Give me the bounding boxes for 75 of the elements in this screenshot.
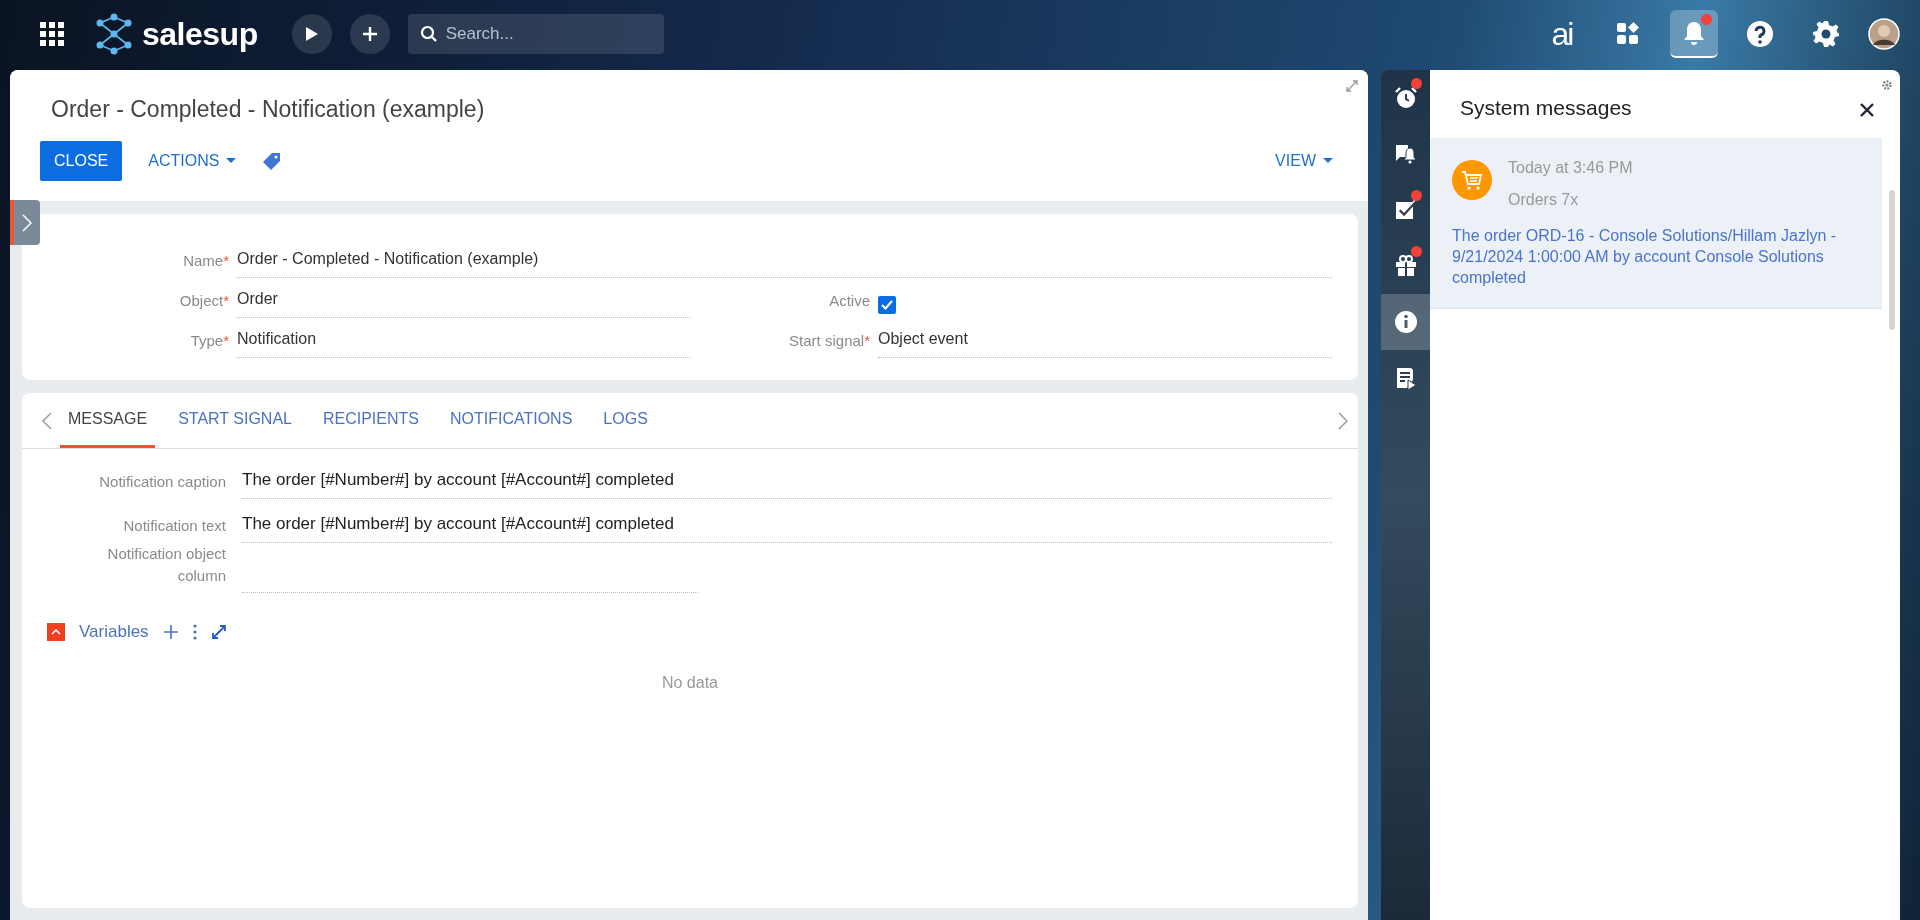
active-checkbox[interactable] — [878, 296, 896, 314]
message-item[interactable]: Today at 3:46 PM Orders 7x The order ORD-16 - Console Solutions/Hillam Jazlyn - 9/21/2024 1:00:00 AM by account Console Solutions completed — [1430, 138, 1882, 310]
tab[interactable]: MESSAGE — [60, 393, 156, 448]
field-value[interactable]: The order [#Number#] by account [#Account#] completed — [242, 510, 1332, 543]
message-time: Today at 3:46 PM — [1508, 158, 1633, 178]
play-icon — [304, 26, 319, 42]
avatar-icon[interactable] — [1868, 18, 1900, 50]
field-label: Start signal — [789, 331, 865, 349]
search-icon — [419, 25, 438, 43]
message-group: Orders 7x — [1508, 188, 1633, 212]
message-link[interactable]: The order ORD-16 - Console Solutions/Hillam Jazlyn - 9/21/2024 1:00:00 AM by account Console Solutions completed — [1452, 226, 1862, 289]
notifications-button[interactable] — [1670, 10, 1718, 58]
field-label: Notification object column — [106, 544, 226, 586]
field-label: Notification text — [123, 515, 226, 536]
tag-icon[interactable] — [263, 151, 282, 170]
cart-icon — [1452, 160, 1492, 200]
settings-icon[interactable] — [1882, 80, 1892, 90]
required-mark: * — [864, 331, 870, 349]
checkbox-icon — [1393, 198, 1418, 222]
plus-icon[interactable] — [162, 624, 179, 640]
sidebar-toggle[interactable] — [10, 200, 40, 245]
settings-icon — [1812, 20, 1840, 48]
check-icon — [881, 300, 893, 310]
tab[interactable]: START SIGNAL — [170, 393, 300, 448]
view-button[interactable]: VIEW — [1265, 140, 1344, 181]
run-button[interactable] — [291, 14, 332, 54]
logo-icon — [94, 13, 134, 55]
scroll-left-icon[interactable] — [42, 411, 52, 430]
chevron-right-icon — [22, 213, 32, 232]
add-button[interactable] — [349, 14, 390, 54]
more-icon[interactable] — [192, 624, 197, 640]
field-label: Name — [183, 251, 224, 269]
info-icon — [1393, 310, 1418, 334]
tab[interactable]: LOGS — [595, 393, 656, 448]
field-value[interactable]: Notification — [237, 327, 690, 358]
gift-icon — [1393, 254, 1418, 278]
close-button[interactable]: CLOSE — [40, 140, 123, 181]
ai-button[interactable]: ai — [1538, 10, 1586, 58]
field-value[interactable]: Order — [237, 287, 690, 318]
required-mark: * — [223, 291, 229, 309]
plus-icon — [361, 26, 378, 42]
field-label: Object — [179, 291, 224, 309]
empty-state: No data — [660, 672, 719, 693]
field-label: Type — [190, 331, 224, 349]
actions-button[interactable]: ACTIONS — [138, 140, 248, 181]
section-title: Variables — [79, 621, 149, 644]
field-value[interactable]: Order - Completed - Notification (example) — [237, 247, 1332, 278]
caret-icon — [1322, 157, 1334, 164]
required-mark: * — [223, 251, 229, 269]
scrollbar[interactable] — [1889, 190, 1895, 330]
scroll-right-icon[interactable] — [1338, 411, 1348, 430]
chevron-up-icon — [51, 629, 61, 635]
field-value[interactable]: The order [#Number#] by account [#Account#] completed — [242, 466, 1332, 499]
field-value[interactable]: Object event — [878, 327, 1332, 358]
field-label: Notification caption — [99, 471, 226, 492]
caret-icon — [225, 157, 238, 164]
close-icon — [1859, 101, 1875, 118]
logo-text: salesup — [142, 15, 258, 54]
expand-icon[interactable] — [210, 624, 227, 640]
grid-menu-icon — [40, 22, 64, 46]
alarm-clock-icon — [1393, 86, 1418, 110]
tab[interactable]: NOTIFICATIONS — [441, 393, 581, 448]
expand-icon[interactable] — [1346, 80, 1358, 92]
apps-icon — [1616, 22, 1640, 46]
help-icon — [1746, 20, 1774, 48]
search-field[interactable]: Search... — [407, 14, 664, 54]
side-panel-tab[interactable] — [1381, 294, 1430, 350]
required-mark: * — [223, 331, 229, 349]
tab[interactable]: RECIPIENTS — [314, 393, 427, 448]
bell-icon — [1682, 20, 1706, 46]
record-title: Order - Completed - Notification (example) — [51, 95, 486, 124]
panel-title: System messages — [1460, 95, 1633, 121]
field-label: Active — [829, 291, 870, 309]
collapse-toggle[interactable] — [47, 623, 65, 641]
chat-bell-icon — [1393, 142, 1418, 166]
